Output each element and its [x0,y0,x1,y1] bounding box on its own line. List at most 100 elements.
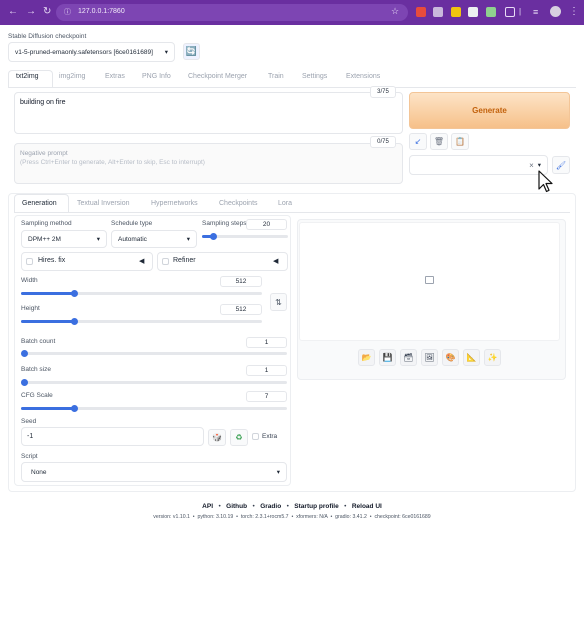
back-icon[interactable]: ← [8,6,18,17]
ruler-icon: 📐 [466,353,477,362]
save-button[interactable]: 💾 [379,349,396,366]
tab-txt2img[interactable]: txt2img [16,73,39,80]
subtab-hypernetworks[interactable]: Hypernetworks [151,200,198,207]
schedule-type-label: Schedule type [111,220,153,227]
menu-kebab-icon[interactable]: ⋮ [569,6,579,17]
checkpoint-dropdown[interactable]: v1-5-pruned-emaonly.safetensors [6ce0161… [8,42,175,62]
extension-icon[interactable] [433,7,443,17]
send-to-extras-button[interactable]: 📐 [463,349,480,366]
caret-left-icon: ◀ [273,258,279,265]
subtab-lora[interactable]: Lora [278,200,292,207]
chevron-down-icon: ▾ [96,236,100,243]
height-input[interactable]: 512 [220,304,262,315]
chevron-down-icon: ▾ [276,469,280,476]
checkpoint-label: Stable Diffusion checkpoint [8,33,87,40]
tab-extensions[interactable]: Extensions [346,73,380,80]
reload-icon[interactable]: ↻ [43,6,51,17]
sampling-steps-slider[interactable] [202,233,288,240]
paintbrush-icon: 🖌 [555,160,567,170]
negative-prompt-placeholder: (Press Ctrl+Enter to generate, Alt+Enter… [20,159,205,166]
width-input[interactable]: 512 [220,276,262,287]
subtab-checkpoints[interactable]: Checkpoints [219,200,258,207]
footer-versions: version: v1.10.1 • python: 3.10.19 • tor… [153,514,431,520]
extension-icon[interactable] [468,7,478,17]
tab-png-info[interactable]: PNG Info [142,73,171,80]
footer-link-reload-ui[interactable]: Reload UI [352,503,382,510]
refiner-checkbox[interactable] [162,258,169,265]
batch-size-slider[interactable] [21,379,287,386]
styles-dropdown[interactable]: × ▾ [409,155,548,175]
slider-handle[interactable] [71,405,78,412]
clear-icon[interactable]: × [529,161,534,170]
cfg-scale-input[interactable]: 7 [246,391,287,402]
sampling-method-dropdown[interactable]: DPM++ 2M ▾ [21,230,107,248]
slider-handle[interactable] [71,290,78,297]
footer-link-github[interactable]: Github [226,503,247,510]
batch-size-input[interactable]: 1 [246,365,287,376]
zip-button[interactable]: 🗃 [400,349,417,366]
tab-extras[interactable]: Extras [105,73,125,80]
send-to-img2img-button[interactable]: 🖼 [421,349,438,366]
slider-handle[interactable] [71,318,78,325]
recycle-icon: ♻ [235,433,243,442]
seed-input[interactable] [21,427,204,446]
upscale-button[interactable]: ✨ [484,349,501,366]
refiner-label: Refiner [173,257,196,264]
image-placeholder-icon [425,276,434,284]
hires-fix-checkbox[interactable] [26,258,33,265]
tab-img2img[interactable]: img2img [59,73,85,80]
extension-icon[interactable] [486,7,496,17]
open-folder-button[interactable]: 📂 [358,349,375,366]
slider-handle[interactable] [210,233,217,240]
footer-link-startup-profile[interactable]: Startup profile [294,503,338,510]
playlist-icon[interactable]: ≡ [533,7,538,17]
footer-links: API • Github • Gradio • Startup profile … [0,503,584,510]
paste-prompt-button[interactable]: ↙ [409,133,427,150]
edit-styles-button[interactable]: 🖌 [552,156,570,174]
footer-link-api[interactable]: API [202,503,213,510]
cfg-scale-label: CFG Scale [21,392,53,399]
generate-button[interactable]: Generate [409,92,570,129]
refresh-button[interactable]: 🔄 [183,43,200,60]
sampling-steps-label: Sampling steps [202,220,247,227]
separator: • [344,503,347,510]
bookmark-star-icon[interactable]: ☆ [391,6,399,17]
reuse-seed-button[interactable]: ♻ [230,429,248,446]
clear-prompt-button[interactable]: 🗑 [430,133,448,150]
tab-settings[interactable]: Settings [302,73,327,80]
tab-checkpoint-merger[interactable]: Checkpoint Merger [188,73,247,80]
batch-count-input[interactable]: 1 [246,337,287,348]
height-slider[interactable] [21,318,262,325]
dice-icon: 🎲 [212,433,222,442]
send-to-inpaint-button[interactable]: 🎨 [442,349,459,366]
script-value: None [31,468,47,476]
swap-arrows-icon: ⇅ [275,297,282,307]
subtab-generation[interactable]: Generation [22,200,57,207]
footer-link-gradio[interactable]: Gradio [260,503,281,510]
subtab-textual-inversion[interactable]: Textual Inversion [77,200,130,207]
swap-dimensions-button[interactable]: ⇅ [270,293,287,311]
extra-seed-checkbox[interactable] [252,433,259,440]
extension-icon[interactable] [416,7,426,17]
sampling-method-label: Sampling method [21,220,72,227]
prompt-textarea[interactable] [14,92,403,134]
width-label: Width [21,277,38,284]
slider-handle[interactable] [21,350,28,357]
profile-avatar[interactable] [550,6,561,17]
cfg-scale-slider[interactable] [21,405,287,412]
extensions-puzzle-icon[interactable] [505,7,515,17]
width-slider[interactable] [21,290,262,297]
styles-button[interactable]: 📋 [451,133,469,150]
batch-size-label: Batch size [21,366,51,373]
image-icon: 🖼 [424,353,435,362]
extension-icon[interactable] [451,7,461,17]
sampling-steps-input[interactable]: 20 [246,219,287,230]
forward-icon[interactable]: → [26,6,36,17]
script-dropdown[interactable]: None ▾ [21,462,287,482]
slider-handle[interactable] [21,379,28,386]
tab-train[interactable]: Train [268,73,284,80]
batch-count-slider[interactable] [21,350,287,357]
site-info-icon[interactable]: ⓘ [64,7,71,17]
schedule-type-dropdown[interactable]: Automatic ▾ [111,230,197,248]
random-seed-button[interactable]: 🎲 [208,429,226,446]
